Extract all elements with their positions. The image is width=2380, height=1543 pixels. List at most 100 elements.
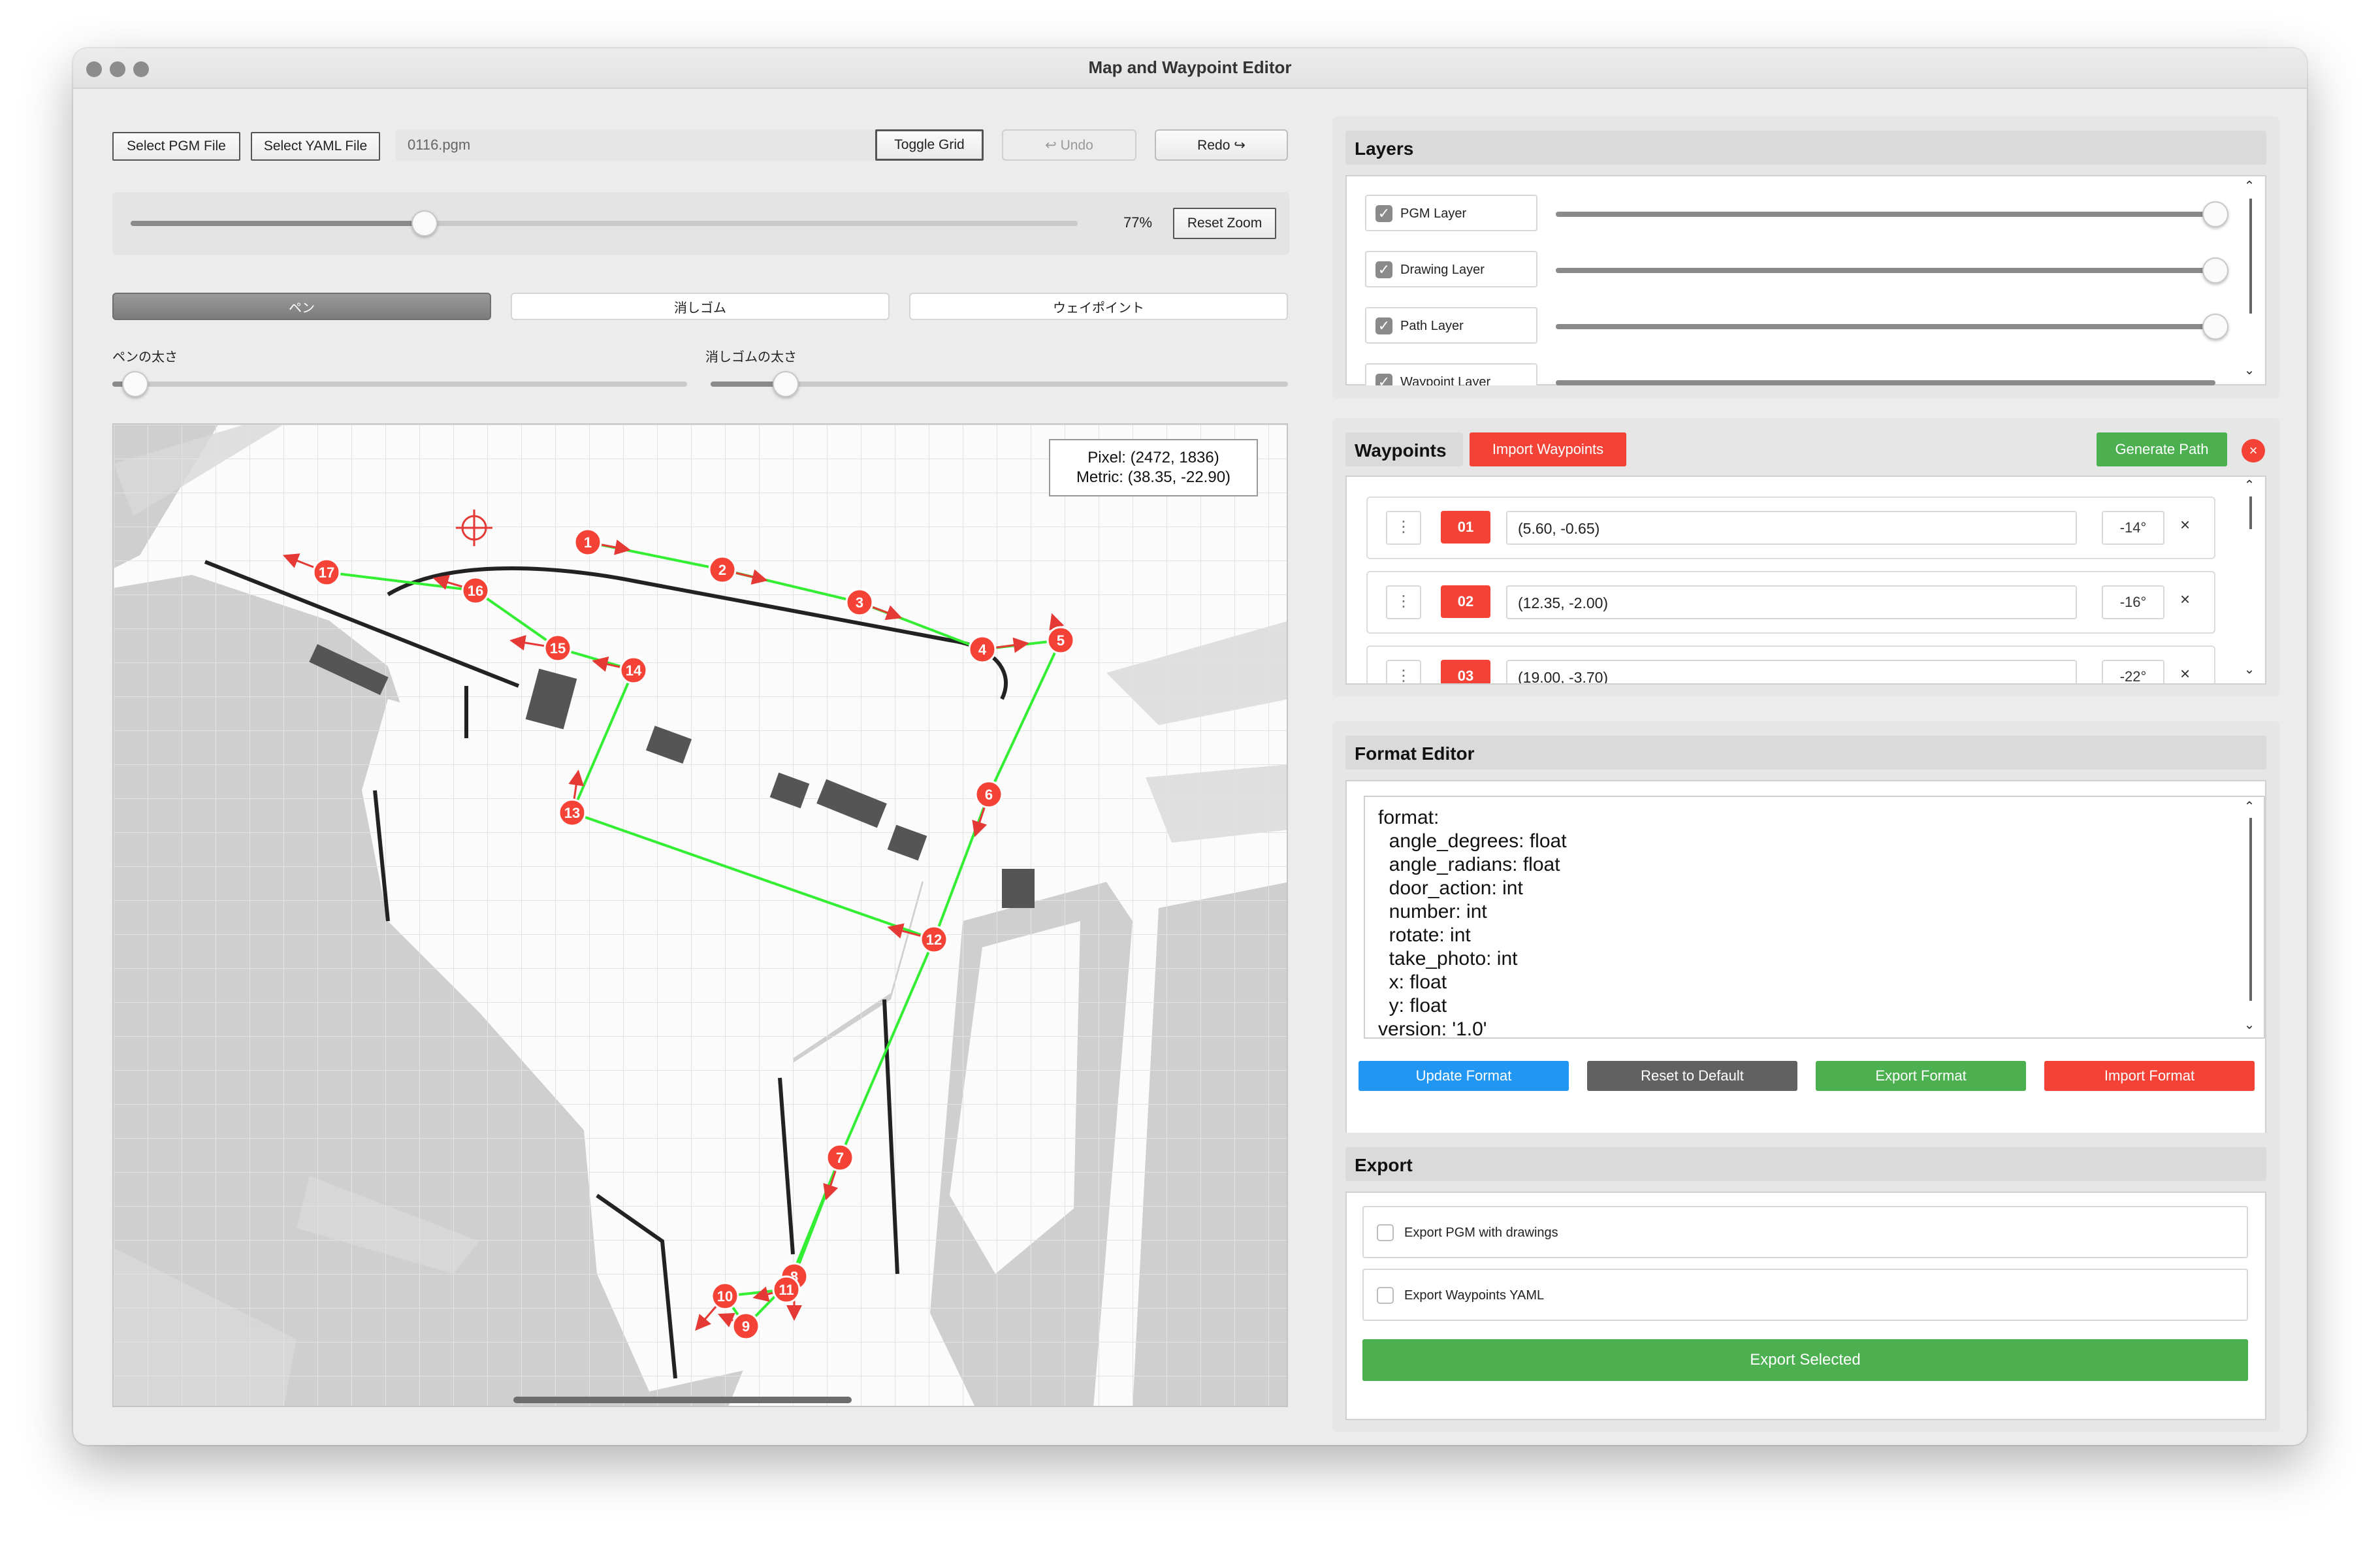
waypoint-angle-input[interactable]: -14° bbox=[2102, 511, 2164, 545]
select-yaml-button[interactable]: Select YAML File bbox=[251, 132, 380, 161]
pen-size-slider[interactable] bbox=[112, 382, 687, 387]
waypoints-scroll-down-icon[interactable]: ⌄ bbox=[2242, 661, 2257, 677]
undo-button[interactable]: ↩ Undo bbox=[1002, 129, 1136, 161]
drag-handle-icon[interactable]: ⋮ bbox=[1386, 585, 1421, 619]
tool-waypoint[interactable]: ウェイポイント bbox=[909, 293, 1288, 320]
format-editor-body: format: angle_degrees: float angle_radia… bbox=[1345, 780, 2266, 1139]
eraser-size-knob[interactable] bbox=[772, 371, 799, 397]
path-opacity-knob[interactable] bbox=[2202, 314, 2228, 340]
pen-size-knob[interactable] bbox=[122, 371, 149, 397]
drawing-opacity-slider[interactable] bbox=[1556, 268, 2215, 273]
waypoint-row[interactable]: ⋮ 02 (12.35, -2.00) -16° × bbox=[1366, 571, 2215, 634]
checkbox-drawing-layer[interactable]: ✓ bbox=[1375, 261, 1392, 278]
title-bar: Map and Waypoint Editor bbox=[73, 48, 2307, 89]
waypoint-marker[interactable]: 17 bbox=[312, 558, 341, 587]
format-scrollbar[interactable] bbox=[2249, 818, 2252, 1001]
waypoint-coord-input[interactable]: (12.35, -2.00) bbox=[1506, 585, 2077, 619]
delete-waypoint-icon[interactable]: × bbox=[2180, 515, 2190, 535]
waypoint-opacity-slider[interactable] bbox=[1556, 380, 2215, 385]
format-scroll-down-icon[interactable]: ⌄ bbox=[2242, 1016, 2257, 1033]
waypoint-marker[interactable]: 7 bbox=[826, 1143, 854, 1172]
waypoint-angle-input[interactable]: -16° bbox=[2102, 585, 2164, 619]
select-pgm-button[interactable]: Select PGM File bbox=[112, 132, 240, 161]
update-format-button[interactable]: Update Format bbox=[1359, 1061, 1569, 1091]
format-scroll-up-icon[interactable]: ⌃ bbox=[2242, 798, 2257, 815]
path-opacity-slider[interactable] bbox=[1556, 324, 2215, 329]
waypoint-marker[interactable]: 1 bbox=[573, 528, 602, 557]
map-svg[interactable]: 12345678910 11121314151617 bbox=[114, 425, 1288, 1407]
drawing-opacity-knob[interactable] bbox=[2202, 257, 2228, 284]
checkbox-path-layer[interactable]: ✓ bbox=[1375, 317, 1392, 334]
waypoint-marker[interactable]: 10 bbox=[711, 1282, 739, 1310]
layer-row-path[interactable]: ✓ Path Layer bbox=[1365, 307, 1537, 344]
export-selected-button[interactable]: Export Selected bbox=[1362, 1339, 2248, 1381]
checkbox-pgm-layer[interactable]: ✓ bbox=[1375, 205, 1392, 222]
waypoint-marker[interactable]: 3 bbox=[845, 588, 874, 617]
pgm-opacity-knob[interactable] bbox=[2202, 201, 2228, 227]
waypoints-scroll-up-icon[interactable]: ⌃ bbox=[2242, 477, 2257, 493]
file-name-field: 0116.pgm bbox=[396, 129, 931, 161]
waypoint-angle-input[interactable]: -22° bbox=[2102, 660, 2164, 683]
waypoint-marker[interactable]: 2 bbox=[708, 555, 737, 584]
zoom-slider[interactable] bbox=[131, 221, 1078, 226]
layer-row-waypoint[interactable]: ✓ Waypoint Layer bbox=[1365, 363, 1537, 385]
layer-row-drawing[interactable]: ✓ Drawing Layer bbox=[1365, 251, 1537, 287]
checkbox-waypoint-layer[interactable]: ✓ bbox=[1375, 374, 1392, 385]
toggle-grid-button[interactable]: Toggle Grid bbox=[875, 129, 984, 161]
waypoint-marker[interactable]: 12 bbox=[920, 925, 948, 954]
export-format-button[interactable]: Export Format bbox=[1816, 1061, 2026, 1091]
export-yaml-option[interactable]: Export Waypoints YAML bbox=[1362, 1269, 2248, 1321]
eraser-size-label: 消しゴムの太さ bbox=[705, 350, 797, 365]
map-canvas[interactable]: 1 2 3 4 5 6 7 8 9 10 11 12 13 14 15 16 17 Pixel: (2472, … bbox=[112, 423, 1288, 1407]
waypoint-row[interactable]: ⋮ 01 (5.60, -0.65) -14° × bbox=[1366, 496, 2215, 559]
waypoint-marker-label: 14 bbox=[626, 662, 642, 679]
export-pgm-option[interactable]: Export PGM with drawings bbox=[1362, 1206, 2248, 1258]
export-panel: Export Export PGM with drawings Export W… bbox=[1332, 1133, 2279, 1432]
layer-label-path: Path Layer bbox=[1400, 319, 1464, 333]
pgm-opacity-slider[interactable] bbox=[1556, 212, 2215, 217]
generate-path-button[interactable]: Generate Path bbox=[2097, 432, 2227, 466]
export-title: Export bbox=[1345, 1147, 2266, 1181]
import-waypoints-button[interactable]: Import Waypoints bbox=[1470, 432, 1626, 466]
tool-pen[interactable]: ペン bbox=[112, 293, 491, 320]
delete-waypoint-icon[interactable]: × bbox=[2180, 589, 2190, 609]
waypoint-marker-label: 16 bbox=[468, 583, 483, 599]
pgm-opacity-fill bbox=[1556, 212, 2215, 217]
waypoint-marker[interactable]: 5 bbox=[1046, 626, 1075, 655]
waypoint-marker[interactable]: 15 bbox=[543, 634, 572, 662]
waypoint-marker[interactable]: 13 bbox=[558, 798, 587, 827]
waypoint-coord-input[interactable]: (19.00, -3.70) bbox=[1506, 660, 2077, 683]
waypoint-marker[interactable]: 14 bbox=[619, 656, 648, 685]
redo-button[interactable]: Redo ↪ bbox=[1155, 129, 1288, 161]
delete-waypoint-icon[interactable]: × bbox=[2180, 664, 2190, 683]
layers-scroll-up-icon[interactable]: ⌃ bbox=[2242, 178, 2257, 194]
map-horizontal-scrollbar[interactable] bbox=[513, 1397, 852, 1403]
waypoint-marker[interactable]: 11 bbox=[772, 1275, 801, 1304]
tool-eraser[interactable]: 消しゴム bbox=[511, 293, 890, 320]
waypoint-row[interactable]: ⋮ 03 (19.00, -3.70) -22° × bbox=[1366, 645, 2215, 683]
format-textarea[interactable]: format: angle_degrees: float angle_radia… bbox=[1364, 796, 2265, 1039]
layer-row-pgm[interactable]: ✓ PGM Layer bbox=[1365, 195, 1537, 231]
layers-list: ✓ PGM Layer ✓ Drawing Layer ✓ Path Layer… bbox=[1345, 175, 2266, 385]
layers-scrollbar[interactable] bbox=[2249, 199, 2252, 314]
waypoint-marker[interactable]: 9 bbox=[732, 1312, 760, 1340]
zoom-slider-knob[interactable] bbox=[411, 210, 438, 236]
layers-scroll-down-icon[interactable]: ⌄ bbox=[2242, 362, 2257, 378]
drag-handle-icon[interactable]: ⋮ bbox=[1386, 511, 1421, 545]
clear-waypoints-icon[interactable]: × bbox=[2242, 439, 2265, 463]
drag-handle-icon[interactable]: ⋮ bbox=[1386, 660, 1421, 683]
waypoint-number: 02 bbox=[1441, 585, 1490, 618]
waypoint-marker[interactable]: 4 bbox=[968, 635, 997, 664]
waypoint-marker[interactable]: 16 bbox=[461, 576, 490, 605]
waypoint-marker[interactable]: 6 bbox=[974, 780, 1003, 809]
reset-zoom-button[interactable]: Reset Zoom bbox=[1173, 208, 1276, 239]
export-yaml-checkbox[interactable] bbox=[1377, 1287, 1394, 1304]
reset-format-button[interactable]: Reset to Default bbox=[1587, 1061, 1797, 1091]
waypoints-title: Waypoints bbox=[1345, 432, 1463, 466]
export-pgm-checkbox[interactable] bbox=[1377, 1224, 1394, 1241]
waypoint-coord-input[interactable]: (5.60, -0.65) bbox=[1506, 511, 2077, 545]
import-format-button[interactable]: Import Format bbox=[2044, 1061, 2255, 1091]
export-yaml-label: Export Waypoints YAML bbox=[1404, 1288, 1545, 1303]
waypoint-number: 01 bbox=[1441, 511, 1490, 544]
waypoints-scrollbar[interactable] bbox=[2249, 496, 2252, 529]
